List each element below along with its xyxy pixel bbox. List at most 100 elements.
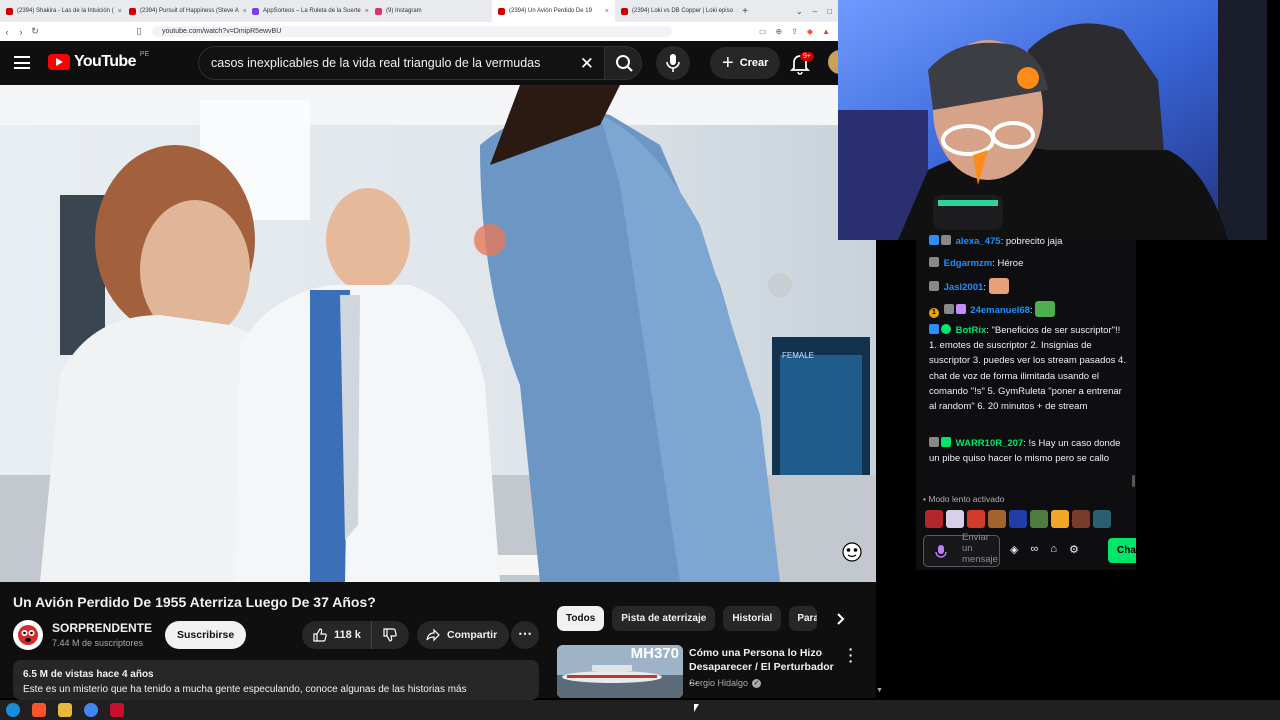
edge-browser-icon[interactable]: [6, 703, 20, 717]
chat-message: BotRix: "Beneficios de ser suscriptor"!!…: [929, 324, 1126, 413]
chat-send-button[interactable]: Chat: [1108, 538, 1136, 563]
related-filter-chips: Todos Pista de aterrizaje Historial Para…: [557, 606, 818, 631]
chip-history[interactable]: Historial: [723, 606, 782, 631]
slow-mode-notice: ▪ Modo lento activado: [923, 494, 1004, 504]
chat-scrollbar[interactable]: [1132, 475, 1135, 487]
zoom-icon[interactable]: ⊕: [776, 27, 783, 36]
bookmark-icon[interactable]: ▯: [132, 26, 146, 37]
like-button[interactable]: 118 k: [302, 621, 372, 649]
emote-icon[interactable]: [1072, 510, 1090, 528]
tab-label: (2394) Un Avión Perdido De 19: [509, 8, 592, 14]
recording-app-icon[interactable]: [110, 703, 124, 717]
tab-label: (2394) Pursuit of Happiness (Steve A: [140, 8, 239, 14]
browser-tab[interactable]: (2394) Pursuit of Happiness (Steve A ×: [123, 0, 246, 22]
sub-number-badge: 1: [929, 308, 939, 318]
microphone-icon: [666, 54, 680, 72]
recommended-menu-icon[interactable]: · · ·: [846, 642, 856, 668]
address-bar-icons: ▭ ⊕ ⇪ ◆ ▲: [759, 27, 838, 36]
youtube-logo[interactable]: YouTube PE: [48, 50, 150, 71]
channel-name[interactable]: SORPRENDENTE: [52, 621, 152, 635]
browser-tab-active[interactable]: (2394) Un Avión Perdido De 19 ×: [492, 0, 615, 22]
video-player[interactable]: FEMALE: [0, 85, 876, 582]
plus-icon: +: [722, 52, 734, 74]
dislike-button[interactable]: [372, 621, 408, 649]
chip-for-you[interactable]: Para t: [789, 606, 818, 631]
region-code: PE: [139, 50, 150, 58]
emote-icon[interactable]: [988, 510, 1006, 528]
back-icon[interactable]: ‹: [0, 27, 14, 37]
chat-username[interactable]: BotRix: [956, 325, 987, 336]
slow-mode-text: Modo lento activado: [928, 494, 1005, 504]
recommended-thumbnail[interactable]: MH370: [557, 645, 683, 698]
chat-username[interactable]: WARR10R_207: [956, 438, 1024, 449]
chip-all[interactable]: Todos: [557, 606, 605, 631]
search-button[interactable]: [604, 46, 642, 80]
chat-text: Héroe: [997, 258, 1024, 269]
browser-tab[interactable]: AppSorteos – La Ruleta de la Suerte ×: [246, 0, 369, 22]
description-text: Este es un misterio que ha tenido a much…: [23, 684, 467, 695]
chat-username[interactable]: alexa_475: [956, 236, 1001, 247]
more-actions-button[interactable]: ⋯: [511, 621, 539, 649]
microphone-icon: [935, 545, 947, 558]
bits-icon[interactable]: ◈: [1010, 543, 1018, 556]
badge-icon: [941, 235, 951, 245]
search-input[interactable]: casos inexplicables de la vida real tria…: [198, 46, 604, 80]
hamburger-menu-icon[interactable]: [14, 56, 30, 69]
close-tab-icon[interactable]: ×: [605, 8, 609, 15]
close-tab-icon[interactable]: ×: [118, 8, 122, 15]
scroll-down-icon[interactable]: ▼: [876, 687, 883, 694]
emote-picker-bar: [925, 510, 1111, 528]
brave-shield-icon[interactable]: ◆: [807, 27, 813, 36]
share-page-icon[interactable]: ⇪: [791, 27, 798, 36]
browser-tab[interactable]: (9) Instagram: [369, 0, 492, 22]
rewards-icon[interactable]: ▲: [822, 27, 830, 36]
like-dislike-group: 118 k: [302, 621, 409, 649]
infinity-icon[interactable]: ∞: [1030, 543, 1038, 556]
brave-browser-icon[interactable]: [32, 703, 46, 717]
browser-tab[interactable]: (2394) Loki vs DB Copper | Loki episo×: [615, 0, 738, 22]
new-tab-button[interactable]: +: [738, 6, 752, 17]
badge-icon: [929, 235, 939, 245]
create-button[interactable]: + Crear: [710, 47, 781, 79]
settings-gear-icon[interactable]: ⚙: [1069, 543, 1079, 556]
emote-icon[interactable]: [946, 510, 964, 528]
youtube-header: YouTube PE casos inexplicables de la vid…: [0, 41, 852, 85]
emote-icon[interactable]: [925, 510, 943, 528]
chat-message: alexa_475: pobrecito jaja: [929, 234, 1129, 249]
chat-username[interactable]: Edgarmzm: [944, 258, 993, 269]
maximize-icon[interactable]: □: [827, 7, 832, 16]
emote-icon[interactable]: [1030, 510, 1048, 528]
chat-username[interactable]: Jasl2001: [944, 282, 984, 293]
video-title: Un Avión Perdido De 1955 Aterriza Luego …: [13, 594, 376, 610]
forward-icon[interactable]: ›: [14, 27, 28, 37]
clear-search-icon[interactable]: ✕: [580, 54, 594, 74]
chevron-right-icon[interactable]: [830, 609, 850, 629]
chat-username[interactable]: 24emanuel68: [970, 305, 1030, 316]
chip-runway[interactable]: Pista de aterrizaje: [612, 606, 716, 631]
voice-search-button[interactable]: [656, 46, 690, 80]
url-field[interactable]: youtube.com/watch?v=DmipR5ewvBU: [152, 26, 672, 37]
gift-badge-icon: [955, 304, 966, 314]
ambient-mode-icon[interactable]: [838, 538, 866, 566]
chrome-icon[interactable]: [84, 703, 98, 717]
badge-icon: [929, 281, 939, 291]
description-box[interactable]: 6.5 M de vistas hace 4 años Este es un m…: [13, 660, 539, 700]
channel-avatar[interactable]: [13, 620, 43, 650]
store-icon[interactable]: ⌂: [1050, 543, 1057, 556]
tab-search-icon[interactable]: ⌄: [796, 7, 803, 16]
emote-icon[interactable]: [1093, 510, 1111, 528]
emote-icon[interactable]: [967, 510, 985, 528]
subscribe-button[interactable]: Suscribirse: [165, 621, 247, 649]
emote-icon[interactable]: [1009, 510, 1027, 528]
file-explorer-icon[interactable]: [58, 703, 72, 717]
reload-icon[interactable]: ↻: [28, 26, 42, 37]
instagram-favicon-icon: [375, 7, 382, 15]
share-button[interactable]: Compartir: [417, 621, 510, 649]
thumbnail-text: MH370: [630, 645, 679, 662]
cast-icon[interactable]: ▭: [759, 27, 767, 36]
browser-tab[interactable]: (2394) Shakira - Las de la Intuición (×: [0, 0, 123, 22]
recommended-channel[interactable]: Sergio Hidalgo ✓: [689, 678, 762, 688]
minimize-icon[interactable]: –: [813, 7, 817, 16]
chat-input-placeholder: Enviar un mensaje: [962, 532, 998, 565]
emote-icon[interactable]: [1051, 510, 1069, 528]
